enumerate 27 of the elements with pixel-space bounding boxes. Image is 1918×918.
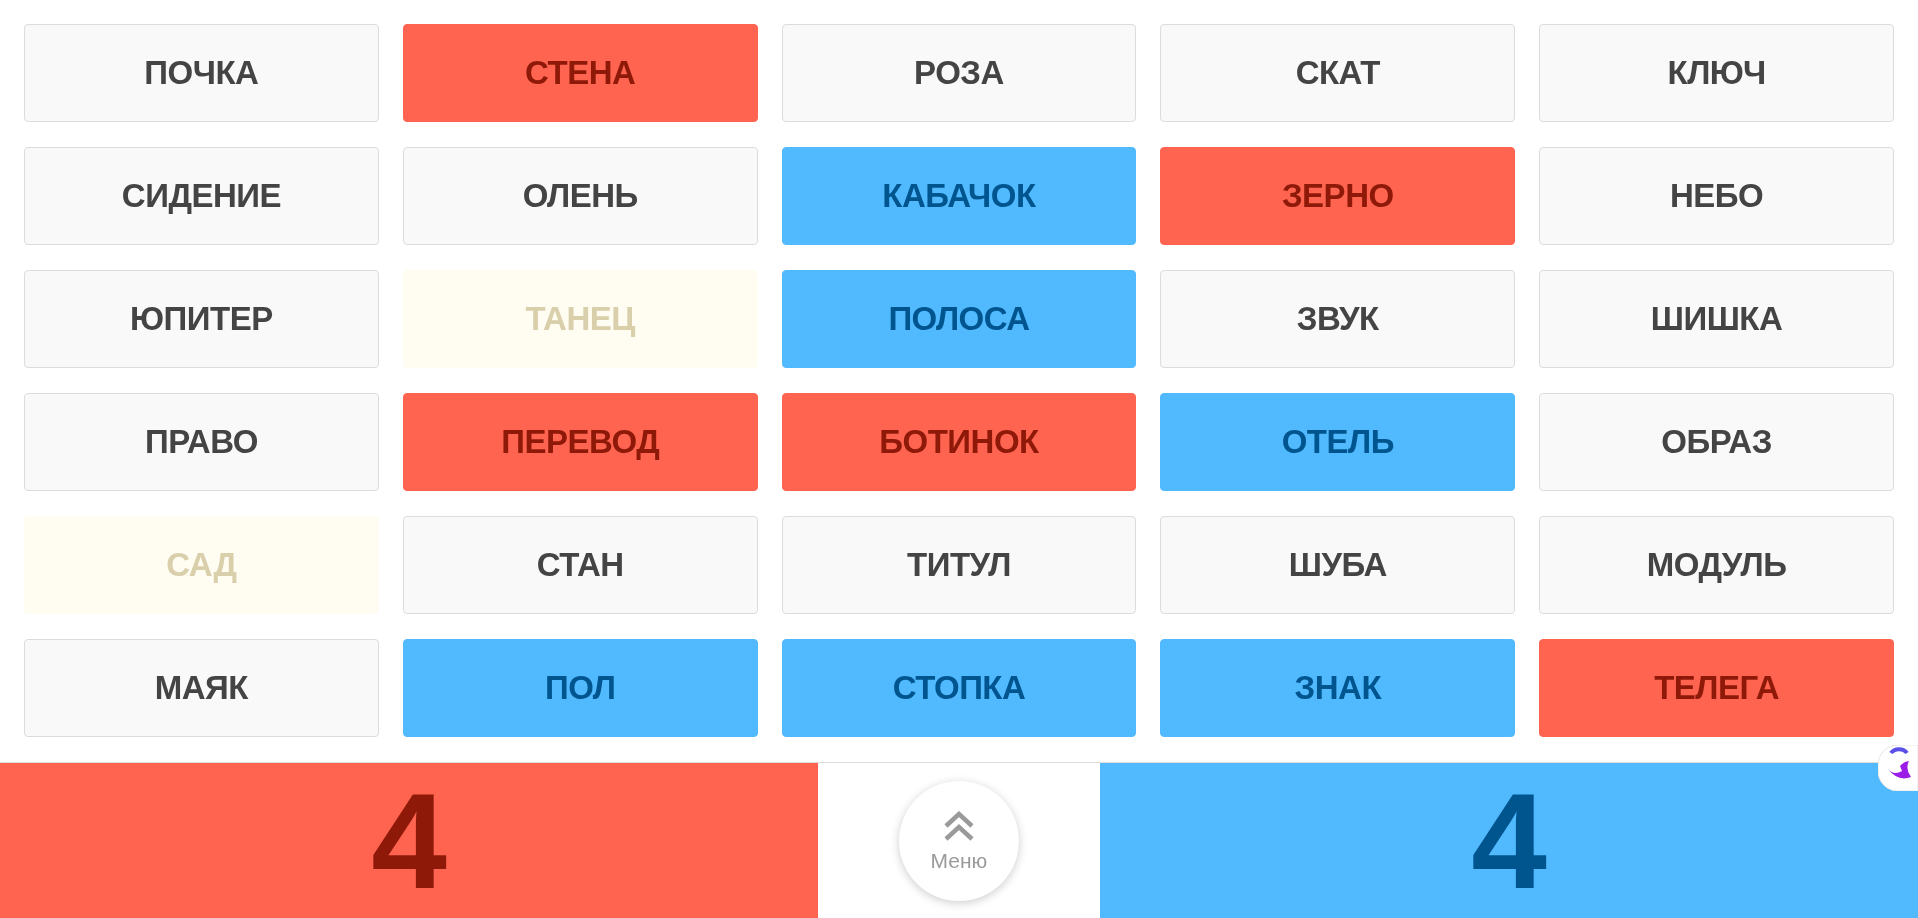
word-card[interactable]: ШУБА [1160,516,1516,614]
word-card[interactable]: СТАН [402,516,758,614]
word-card[interactable]: СКАТ [1160,24,1516,122]
word-card[interactable]: ШИШКА [1539,270,1894,368]
word-card[interactable]: МАЯК [24,639,379,737]
team-score: 4 [371,772,447,909]
word-card[interactable]: КЛЮЧ [1539,24,1894,122]
word-card[interactable]: НЕБО [1539,147,1894,245]
word-card[interactable]: РОЗА [781,24,1137,122]
word-card[interactable]: СТОПКА [781,639,1137,737]
word-card[interactable]: ОТЕЛЬ [1160,393,1516,491]
word-card[interactable]: ЗВУК [1160,270,1516,368]
word-card[interactable]: ОЛЕНЬ [402,147,758,245]
word-card[interactable]: ЗНАК [1160,639,1516,737]
team-score: 4 [1471,772,1547,909]
double-chevron-up-icon [943,810,975,842]
word-card[interactable]: ПОЛОСА [781,270,1137,368]
word-card[interactable]: ПОЛ [402,639,758,737]
word-card[interactable]: МОДУЛЬ [1539,516,1894,614]
word-card[interactable]: ПРАВО [24,393,379,491]
word-card[interactable]: ПОЧКА [24,24,379,122]
word-card[interactable]: КАБАЧОК [781,147,1137,245]
word-card[interactable]: ТИТУЛ [781,516,1137,614]
swoosh-icon[interactable] [1878,745,1918,791]
word-card[interactable]: ЮПИТЕР [24,270,379,368]
word-card[interactable]: СИДЕНИЕ [24,147,379,245]
word-card[interactable]: ОБРАЗ [1539,393,1894,491]
